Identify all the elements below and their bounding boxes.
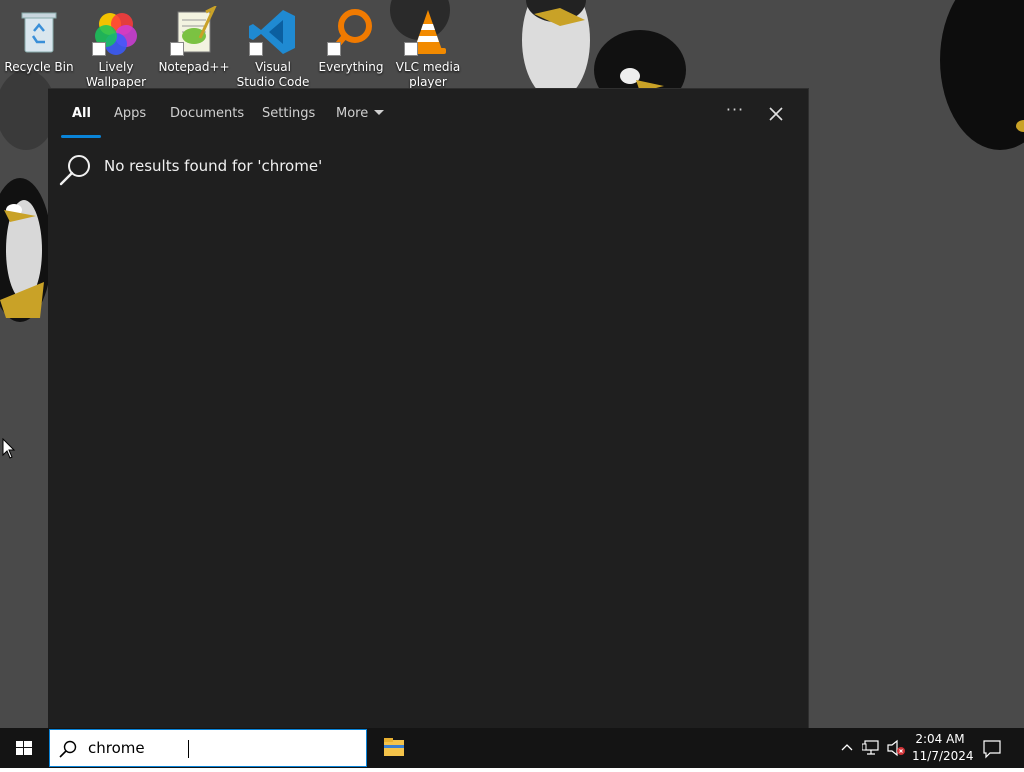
system-tray: 2:04 AM 11/7/2024 [836,728,1024,768]
desktop-icon-label: Visual Studio Code [236,60,310,89]
search-input[interactable] [88,737,348,759]
shortcut-arrow-icon [249,42,263,56]
desktop-icon-label: Recycle Bin [4,60,74,74]
notification-center-icon[interactable] [982,739,1002,759]
everything-search-icon [325,6,377,58]
notepad-plus-plus-icon [168,4,220,58]
network-icon[interactable] [862,739,880,757]
tab-all[interactable]: All [72,106,91,121]
windows-logo-icon [16,741,32,755]
desktop-icon-label: VLC media player [395,60,461,89]
desktop-icon-label: Notepad++ [158,60,230,74]
lively-wallpaper-icon [90,6,142,58]
taskbar-clock[interactable]: 2:04 AM 11/7/2024 [912,731,974,765]
visual-studio-code-icon [247,6,299,58]
no-results-message: No results found for 'chrome' [58,151,458,191]
shortcut-arrow-icon [404,42,418,56]
tab-more[interactable]: More [336,106,385,121]
clock-date: 11/7/2024 [912,749,974,763]
tab-documents[interactable]: Documents [170,106,244,121]
desktop-icon-notepad-plus-plus[interactable]: Notepad++ [156,4,232,75]
active-tab-indicator [61,135,101,138]
more-options-button[interactable]: ··· [720,101,750,125]
recycle-bin-icon [13,6,65,58]
chevron-up-icon[interactable] [840,739,854,755]
desktop-icon-lively-wallpaper[interactable]: Lively Wallpaper [78,4,154,90]
search-icon [59,740,77,758]
volume-muted-icon[interactable] [886,739,906,757]
tab-apps[interactable]: Apps [114,106,146,121]
chevron-down-icon [374,110,385,115]
taskbar-search-box[interactable] [49,729,367,767]
tab-more-label: More [336,106,369,121]
file-explorer-button[interactable] [374,728,416,768]
folder-icon [384,738,404,756]
desktop-icon-recycle-bin[interactable]: Recycle Bin [1,4,77,75]
no-results-text: No results found for 'chrome' [104,157,323,175]
shortcut-arrow-icon [170,42,184,56]
desktop-icon-vlc-media-player[interactable]: VLC media player [390,4,466,90]
search-icon [59,155,90,186]
shortcut-arrow-icon [92,42,106,56]
start-button[interactable] [0,728,48,768]
search-panel: All Apps Documents Settings More ··· No … [48,88,809,729]
taskbar: 2:04 AM 11/7/2024 [0,728,1024,768]
clock-time: 2:04 AM [915,732,965,746]
close-button[interactable] [762,101,790,127]
vlc-cone-icon [402,6,454,58]
desktop-icon-visual-studio-code[interactable]: Visual Studio Code [235,4,311,90]
tab-settings[interactable]: Settings [262,106,315,121]
desktop: Recycle Bin Lively Wallpaper Notepad++ V… [0,0,1024,768]
mouse-cursor-icon [2,438,16,459]
close-icon [769,107,783,121]
text-caret [188,740,189,758]
desktop-icon-label: Lively Wallpaper [85,60,147,89]
desktop-icon-label: Everything [318,60,384,74]
desktop-icon-everything[interactable]: Everything [313,4,389,75]
shortcut-arrow-icon [327,42,341,56]
search-tabs: All Apps Documents Settings More ··· [48,89,808,139]
